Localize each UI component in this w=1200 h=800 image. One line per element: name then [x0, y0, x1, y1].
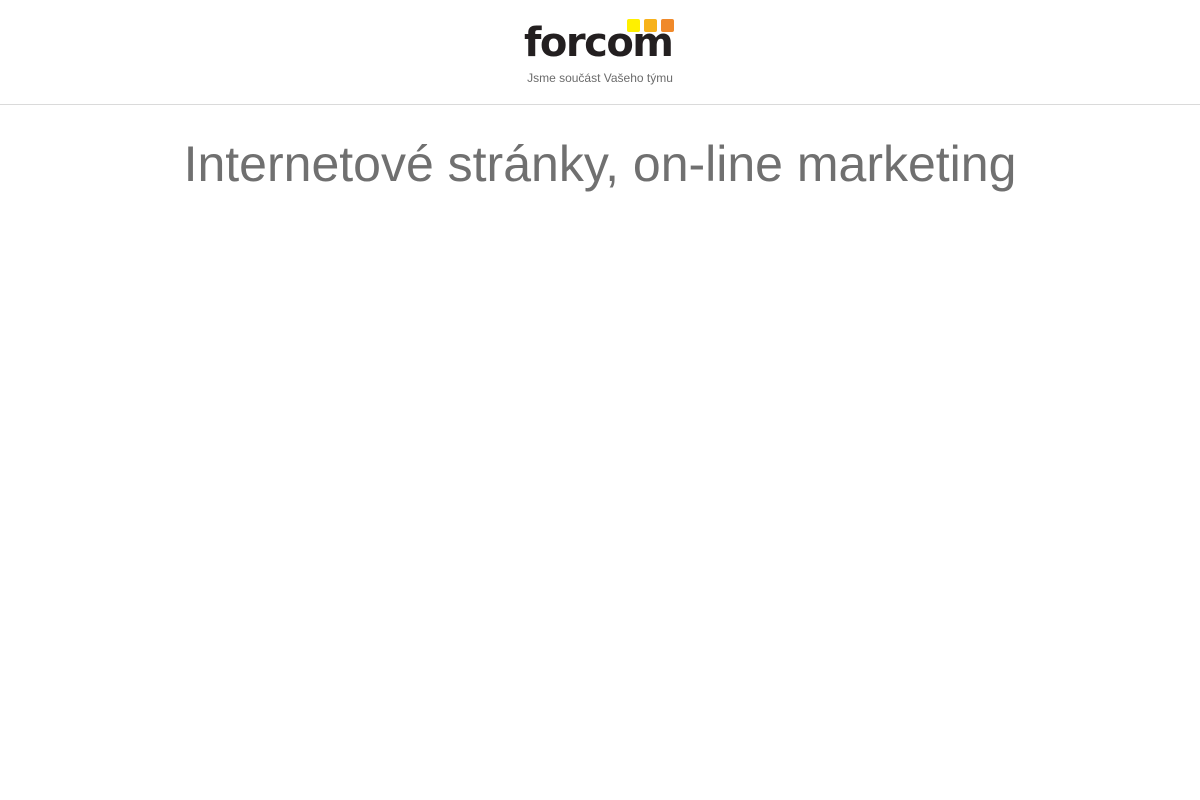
logo-square-amber — [644, 19, 657, 32]
logo-link[interactable]: forcom Jsme součást Vašeho týmu — [524, 18, 676, 88]
logo-squares — [627, 19, 674, 32]
page: forcom Jsme součást Vašeho týmu Internet… — [0, 0, 1200, 800]
page-title: Internetové stránky, on-line marketing — [183, 136, 1017, 192]
site-header: forcom Jsme součást Vašeho týmu — [0, 0, 1200, 105]
logo-square-orange — [661, 19, 674, 32]
logo-square-yellow — [627, 19, 640, 32]
logo-tagline: Jsme součást Vašeho týmu — [527, 71, 673, 85]
